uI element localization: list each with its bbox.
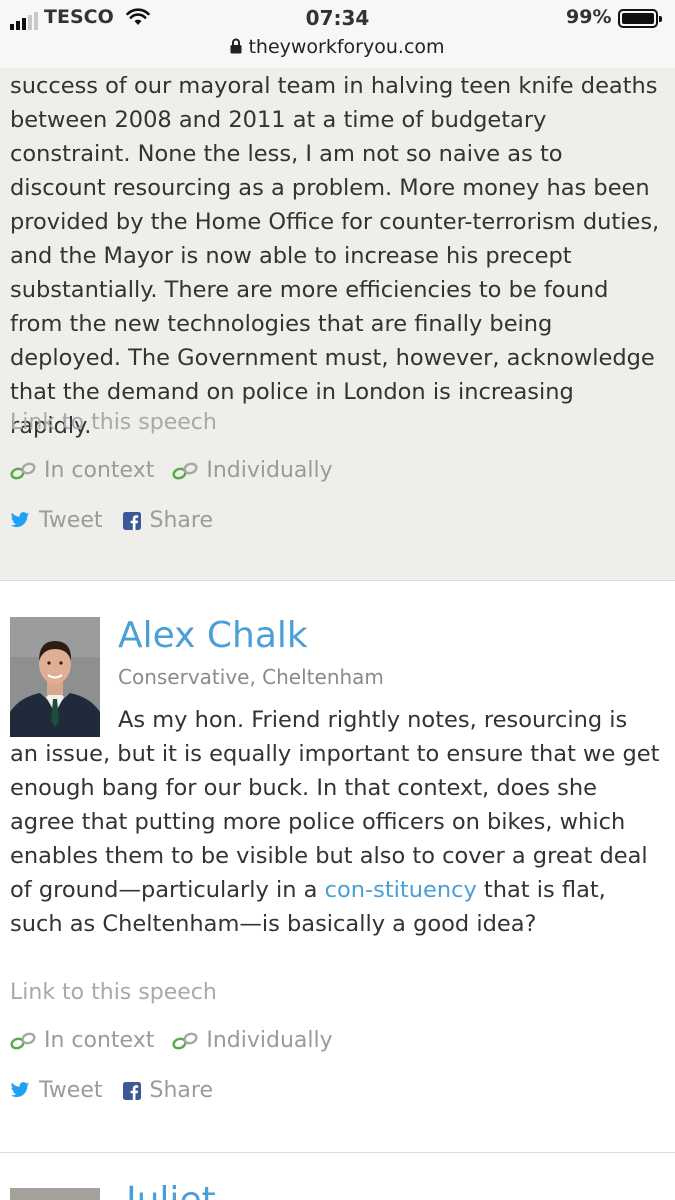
speech-text: As my hon. Friend rightly notes, resourc… <box>10 707 660 937</box>
speech-next: Juliet <box>0 1153 675 1200</box>
link-to-speech[interactable]: Link to this speech <box>10 980 217 1005</box>
link-to-speech[interactable]: Link to this speech <box>10 410 217 435</box>
speaker-name[interactable]: Alex Chalk <box>118 615 308 656</box>
chain-link-icon <box>172 462 198 479</box>
glossary-link[interactable]: con-stituency <box>325 877 477 903</box>
battery-icon <box>618 9 662 28</box>
in-context-link[interactable]: In context <box>10 458 154 483</box>
ios-status-bar: TESCO 07:34 99% theyworkforyou.com <box>0 0 675 69</box>
facebook-share-button[interactable]: Share <box>122 1078 213 1103</box>
speech-previous: success of our mayoral team in halving t… <box>0 68 675 581</box>
battery-percent: 99% <box>566 6 612 28</box>
lock-icon <box>230 38 242 54</box>
individually-link[interactable]: Individually <box>172 1028 333 1053</box>
speaker-name[interactable]: Juliet <box>126 1181 216 1200</box>
facebook-icon <box>122 511 141 530</box>
twitter-bird-icon <box>10 1082 30 1098</box>
speech-alex-chalk: Alex Chalk Conservative, Cheltenham As m… <box>0 581 675 1153</box>
chain-link-icon <box>172 1032 198 1049</box>
in-context-link[interactable]: In context <box>10 1028 154 1053</box>
individually-link[interactable]: Individually <box>172 458 333 483</box>
speech-text: success of our mayoral team in halving t… <box>10 73 660 439</box>
tweet-button[interactable]: Tweet <box>10 1078 103 1103</box>
facebook-share-button[interactable]: Share <box>122 508 213 533</box>
tweet-button[interactable]: Tweet <box>10 508 103 533</box>
mp-portrait[interactable] <box>10 1188 100 1200</box>
address-bar[interactable]: theyworkforyou.com <box>0 36 675 58</box>
chain-link-icon <box>10 462 36 479</box>
chain-link-icon <box>10 1032 36 1049</box>
twitter-bird-icon <box>10 512 30 528</box>
speaker-party: Conservative, Cheltenham <box>118 665 384 689</box>
facebook-icon <box>122 1081 141 1100</box>
url-text: theyworkforyou.com <box>248 36 445 58</box>
